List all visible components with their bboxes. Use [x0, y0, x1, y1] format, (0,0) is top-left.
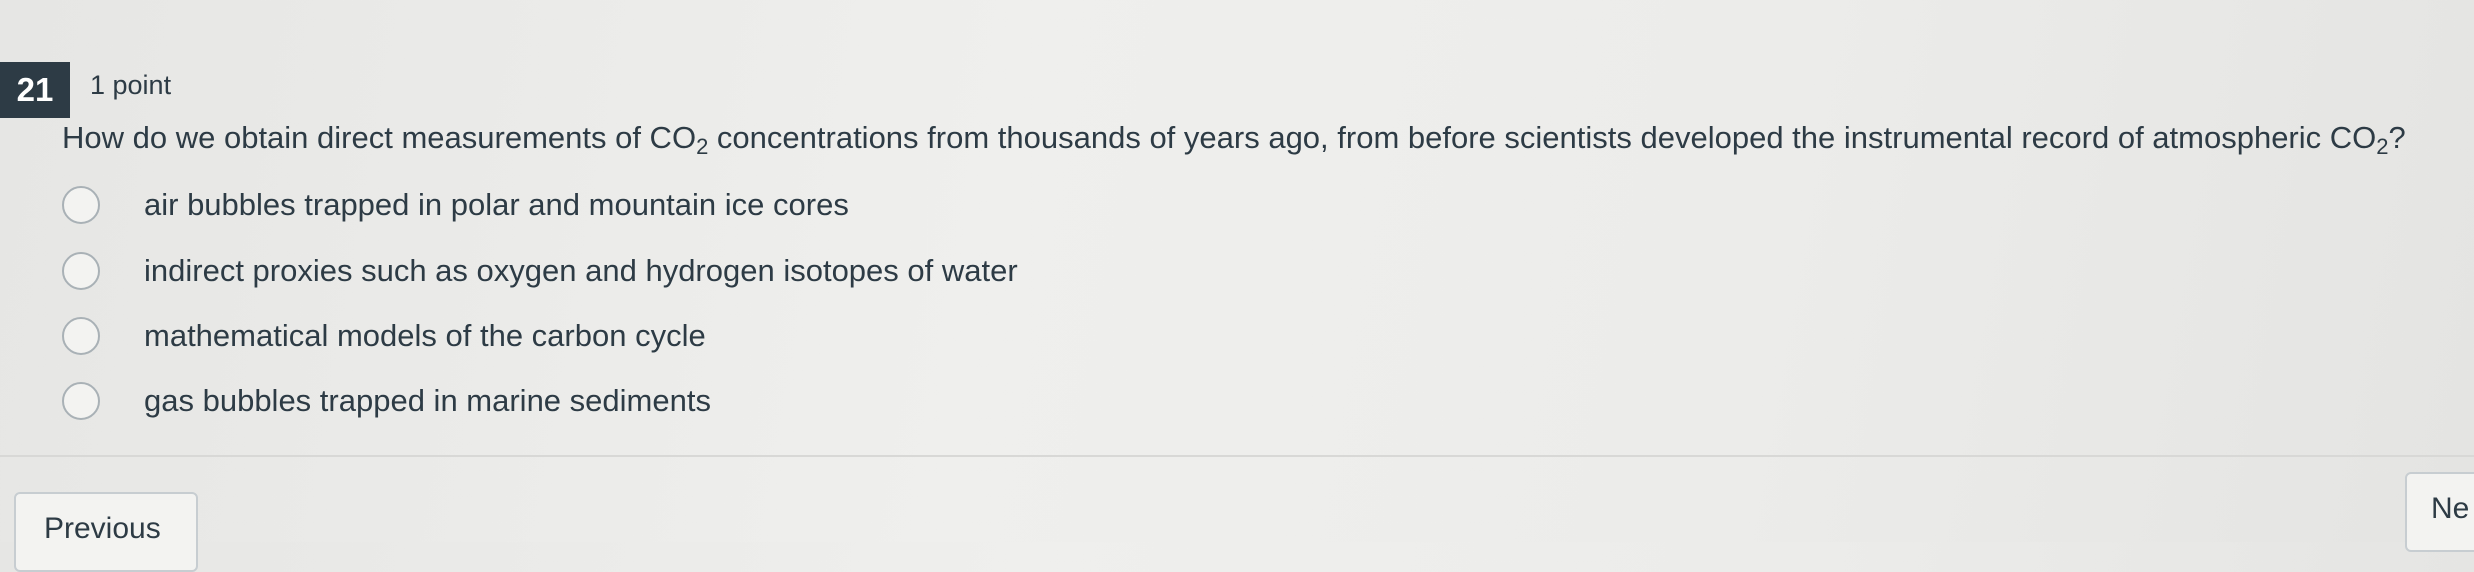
subscript-2: 2 [696, 134, 709, 159]
answer-option-3[interactable]: mathematical models of the carbon cycle [62, 314, 706, 358]
next-button[interactable]: Ne [2405, 472, 2474, 552]
answer-option-1[interactable]: air bubbles trapped in polar and mountai… [62, 183, 849, 227]
radio-button[interactable] [62, 252, 100, 290]
answer-option-label: indirect proxies such as oxygen and hydr… [144, 253, 1018, 288]
answer-option-label: gas bubbles trapped in marine sediments [144, 383, 711, 418]
question-number: 21 [0, 62, 70, 118]
answer-option-4[interactable]: gas bubbles trapped in marine sediments [62, 379, 711, 423]
answer-option-2[interactable]: indirect proxies such as oxygen and hydr… [62, 249, 1018, 293]
radio-button[interactable] [62, 382, 100, 420]
radio-button[interactable] [62, 317, 100, 355]
question-text-part2: concentrations from thousands of years a… [708, 120, 2377, 155]
divider [0, 455, 2474, 457]
answer-option-label: mathematical models of the carbon cycle [144, 318, 706, 353]
question-text: How do we obtain direct measurements of … [62, 118, 2406, 158]
answer-option-label: air bubbles trapped in polar and mountai… [144, 187, 849, 222]
question-text-part1: How do we obtain direct measurements of … [62, 120, 697, 155]
question-points: 1 point [90, 70, 172, 100]
radio-button[interactable] [62, 186, 100, 224]
question-text-part3: ? [2388, 120, 2406, 155]
previous-button[interactable]: Previous [14, 492, 198, 572]
subscript-2: 2 [2376, 134, 2389, 159]
